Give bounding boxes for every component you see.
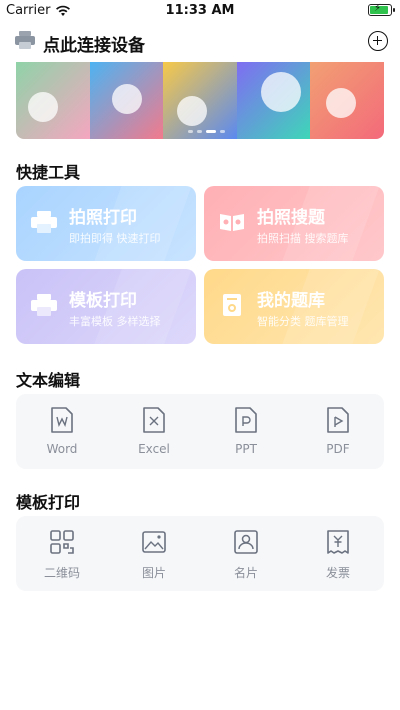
excel-file-icon (143, 407, 165, 433)
ppt-file-icon (235, 407, 257, 433)
book-icon (220, 214, 244, 231)
image-label: 图片 (141, 566, 166, 580)
photo-search-card[interactable]: 拍照搜题 拍照扫描 搜索题库 (204, 186, 384, 261)
card-subtitle: 丰富模板 多样选择 (69, 315, 161, 328)
qr-code-icon (50, 530, 74, 554)
banner-dot (188, 130, 193, 133)
business-card-icon (234, 530, 258, 554)
banner-slide (89, 62, 164, 139)
banner-slide (163, 62, 237, 139)
card-title: 模板打印 (69, 291, 137, 311)
ppt-item[interactable]: PPT (200, 394, 292, 469)
banner-dot (197, 130, 202, 133)
my-question-bank-card[interactable]: 我的题库 智能分类 题库管理 (204, 269, 384, 344)
banner-slide (310, 62, 384, 139)
word-item[interactable]: Word (16, 394, 108, 469)
battery-icon: ⚡ (368, 3, 395, 16)
banner-dot (220, 130, 225, 133)
qr-code-item[interactable]: 二维码 (16, 516, 108, 591)
printer-icon (31, 294, 57, 316)
card-title: 我的题库 (257, 291, 325, 311)
excel-item[interactable]: Excel (108, 394, 200, 469)
invoice-item[interactable]: 发票 (292, 516, 384, 591)
printer-icon (31, 211, 57, 233)
template-print-title: 模板打印 (16, 493, 81, 512)
printer-icon[interactable] (15, 31, 35, 49)
business-card-label: 名片 (233, 566, 258, 580)
text-edit-panel: Word Excel PPT PDF (16, 394, 384, 469)
invoice-label: 发票 (325, 566, 350, 580)
text-edit-title: 文本编辑 (16, 371, 81, 390)
card-title: 拍照搜题 (257, 208, 325, 228)
add-button[interactable] (368, 31, 388, 51)
image-item[interactable]: 图片 (108, 516, 200, 591)
card-subtitle: 智能分类 题库管理 (257, 315, 349, 328)
photo-print-card[interactable]: 拍照打印 即拍即得 快速打印 (16, 186, 196, 261)
ppt-label: PPT (235, 442, 257, 456)
word-file-icon (51, 407, 73, 433)
banner-slide (16, 62, 90, 139)
status-bar: Carrier 11:33 AM ⚡ (0, 0, 400, 22)
image-icon (142, 531, 166, 553)
connect-device-title[interactable]: 点此连接设备 (43, 31, 145, 56)
pdf-label: PDF (326, 442, 350, 456)
excel-label: Excel (138, 442, 170, 456)
pdf-item[interactable]: PDF (292, 394, 384, 469)
card-subtitle: 拍照扫描 搜索题库 (257, 232, 349, 245)
pdf-file-icon (327, 407, 349, 433)
banner-carousel[interactable] (16, 62, 384, 139)
template-print-panel: 二维码 图片 名片 发票 (16, 516, 384, 591)
word-label: Word (46, 442, 78, 456)
banner-slide (236, 62, 311, 139)
template-print-card[interactable]: 模板打印 丰富模板 多样选择 (16, 269, 196, 344)
banner-dot-active (206, 130, 216, 133)
banner-pagination (188, 130, 225, 133)
qr-code-label: 二维码 (43, 566, 80, 580)
quick-tools-title: 快捷工具 (16, 163, 81, 182)
invoice-icon (327, 530, 349, 554)
business-card-item[interactable]: 名片 (200, 516, 292, 591)
document-icon (223, 294, 241, 316)
card-subtitle: 即拍即得 快速打印 (69, 232, 161, 245)
status-time: 11:33 AM (165, 3, 235, 18)
header: 点此连接设备 (0, 22, 400, 62)
card-title: 拍照打印 (69, 208, 137, 228)
